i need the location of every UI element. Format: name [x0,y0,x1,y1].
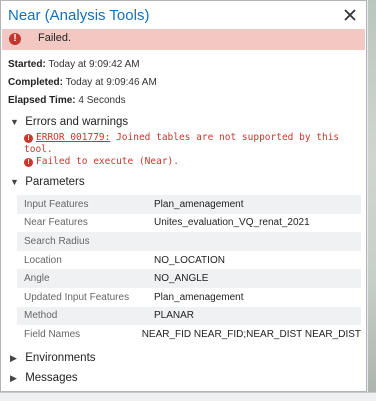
param-value: Plan_amenagement [154,198,244,210]
close-icon[interactable] [342,7,358,23]
table-row: Method PLANAR [17,306,361,326]
elapsed-label: Elapsed Time: [8,95,76,106]
chevron-right-icon: ▶ [10,353,17,363]
messages-section-toggle[interactable]: ▶ Messages [10,372,78,384]
started-value: Today at 9:09:42 AM [48,59,140,70]
error-message-1: ! ERROR 001779: Joined tables are not sup… [24,132,359,156]
error-code-link[interactable]: ERROR 001779: [36,132,110,143]
status-text: Failed. [38,32,72,44]
elapsed-value: 4 Seconds [78,95,126,106]
errors-section-toggle[interactable]: ▼ Errors and warnings [10,116,128,128]
completed-row: Completed: Today at 9:09:46 AM [8,77,157,88]
error-icon: ! [24,134,33,143]
environments-section-toggle[interactable]: ▶ Environments [10,352,96,364]
param-name: Updated Input Features [24,291,130,303]
table-row: Location NO_LOCATION [17,251,361,270]
param-value: NO_ANGLE [154,273,209,285]
error-message-text: Failed to execute (Near). [36,156,179,167]
started-row: Started: Today at 9:09:42 AM [8,59,140,70]
completed-label: Completed: [8,77,63,88]
param-name: Input Features [24,198,89,210]
param-value: NO_LOCATION [154,254,225,266]
table-row: Updated Input Features Plan_amenagement [17,288,361,307]
param-name: Field Names [24,328,81,340]
error-message-2: ! Failed to execute (Near). [24,156,359,168]
window-title: Near (Analysis Tools) [8,7,150,24]
param-value: NEAR_FID NEAR_FID;NEAR_DIST NEAR_DIST [141,328,361,340]
table-row: Field Names NEAR_FID NEAR_FID;NEAR_DIST … [17,325,361,344]
param-name: Search Radius [24,235,90,247]
error-icon: ! [9,33,21,45]
environments-heading: Environments [25,352,96,364]
param-name: Method [24,310,58,322]
started-label: Started: [8,59,46,70]
param-name: Location [24,254,62,266]
chevron-down-icon: ▼ [10,177,19,187]
chevron-right-icon: ▶ [10,373,17,383]
param-value: Unites_evaluation_VQ_renat_2021 [154,217,310,229]
table-row: Near Features Unites_evaluation_VQ_renat… [17,214,361,233]
param-name: Angle [24,273,50,285]
parameters-table: Input Features Plan_amenagement Near Fea… [17,195,361,344]
title-bar: Near (Analysis Tools) [1,1,366,31]
param-name: Near Features [24,217,88,229]
table-row: Angle NO_ANGLE [17,269,361,288]
errors-heading: Errors and warnings [25,116,129,128]
param-value: PLANAR [154,310,195,322]
table-row: Input Features Plan_amenagement [17,195,361,214]
status-banner: ! Failed. [2,29,365,50]
parameters-heading: Parameters [25,176,85,188]
completed-value: Today at 9:09:46 AM [65,77,157,88]
table-row: Search Radius [17,232,361,251]
error-icon: ! [24,158,33,167]
close-button[interactable] [342,7,358,23]
background-map-edge [368,0,376,400]
parameters-section-toggle[interactable]: ▼ Parameters [10,176,85,188]
geoprocessing-result-popup: Near (Analysis Tools) ! Failed. Started:… [0,0,367,392]
chevron-down-icon: ▼ [10,117,19,127]
elapsed-row: Elapsed Time: 4 Seconds [8,95,126,106]
param-value: Plan_amenagement [154,291,244,303]
messages-heading: Messages [25,372,78,384]
